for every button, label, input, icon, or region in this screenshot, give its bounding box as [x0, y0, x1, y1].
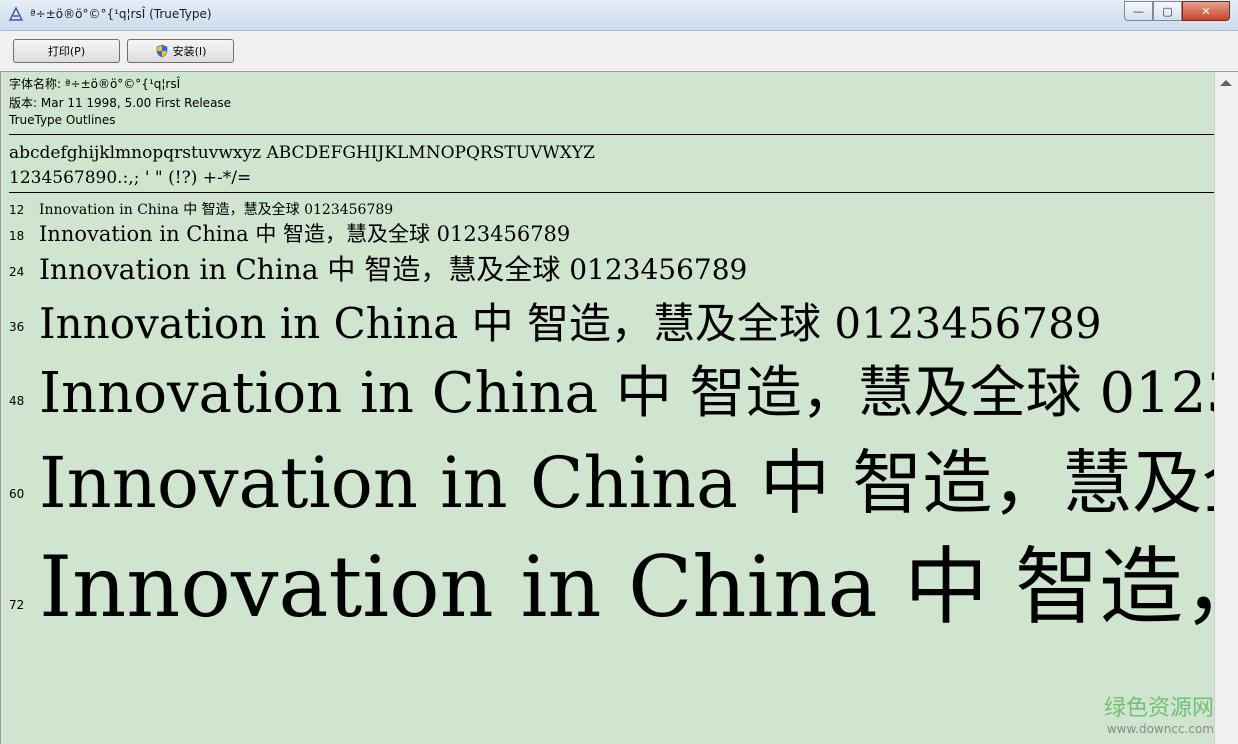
- font-preview-area: 字体名称: ª÷±ö®ö°©°{¹q¦rsÎ 版本: Mar 11 1998, …: [0, 72, 1215, 744]
- sample-text: Innovation in China 中 智造，慧及全球 0123456789: [39, 222, 571, 246]
- uac-shield-icon: [156, 44, 167, 58]
- font-version-line: 版本: Mar 11 1998, 5.00 First Release: [9, 96, 232, 110]
- install-button-label: 安装(I): [172, 45, 207, 58]
- title-bar: ª÷±ö®ö°©°{¹q¦rsÎ (TrueType) — ▢ ✕: [0, 0, 1238, 31]
- sample-size-label: 24: [9, 265, 25, 279]
- charset-digits-symbols: 1234567890.:,; ' " (!?) +-*/=: [9, 168, 252, 188]
- font-viewer-app-icon: [8, 6, 24, 21]
- sample-size-label: 12: [9, 203, 25, 217]
- sample-size-label: 18: [9, 229, 25, 243]
- vertical-scrollbar[interactable]: [1214, 72, 1238, 744]
- sample-size-label: 60: [9, 487, 25, 501]
- minimize-button[interactable]: —: [1124, 1, 1153, 21]
- sample-size-label: 36: [9, 320, 25, 334]
- sample-text: Innovation in China 中 智造，慧及全球 0123456789: [39, 202, 394, 218]
- install-button[interactable]: 安装(I): [127, 39, 234, 63]
- font-outline-type-line: TrueType Outlines: [9, 113, 116, 127]
- sample-text: Innovation in China 中 智造，慧及全球 0123456789: [39, 442, 1215, 524]
- watermark-url: www.downcc.com: [1106, 722, 1214, 736]
- window-title: ª÷±ö®ö°©°{¹q¦rsÎ (TrueType): [30, 7, 212, 21]
- sample-text: Innovation in China 中 智造，慧及全球 0123456789: [39, 299, 1102, 348]
- watermark: 绿色资源网 www.downcc.com: [1104, 690, 1214, 736]
- charset-letters: abcdefghijklmnopqrstuvwxyz ABCDEFGHIJKLM…: [9, 143, 595, 163]
- font-name-line: 字体名称: ª÷±ö®ö°©°{¹q¦rsÎ: [9, 77, 181, 91]
- sample-size-label: 48: [9, 394, 25, 408]
- scroll-up-arrow-icon[interactable]: [1220, 80, 1232, 86]
- watermark-name: 绿色资源网: [1103, 696, 1214, 721]
- sample-size-label: 72: [9, 598, 25, 612]
- window-controls: — ▢ ✕: [1124, 1, 1230, 21]
- sample-text: Innovation in China 中 智造，慧及全球 0123456789: [39, 361, 1215, 426]
- divider: [9, 192, 1214, 193]
- toolbar: 打印(P) 安装(I): [0, 31, 1238, 72]
- sample-text: Innovation in China 中 智造，慧及全球 0123456789: [39, 538, 1215, 636]
- print-button[interactable]: 打印(P): [13, 39, 120, 63]
- print-button-label: 打印(P): [47, 45, 86, 58]
- sample-text: Innovation in China 中 智造，慧及全球 0123456789: [39, 253, 748, 286]
- maximize-button[interactable]: ▢: [1153, 1, 1182, 21]
- close-button[interactable]: ✕: [1182, 1, 1230, 21]
- divider: [9, 134, 1214, 135]
